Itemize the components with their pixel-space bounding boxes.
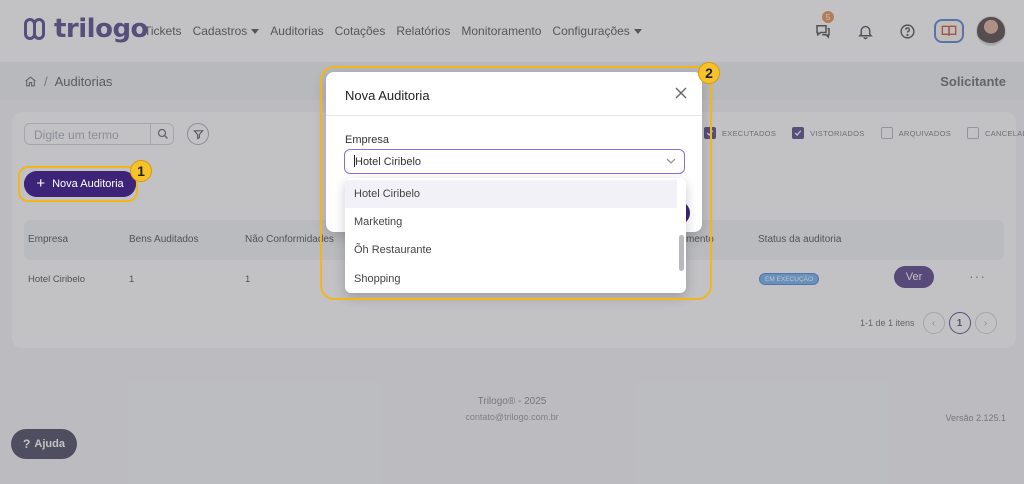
plus-icon: + (36, 174, 46, 192)
callout-number-2: 2 (698, 62, 720, 84)
callout-number-1: 1 (130, 160, 152, 182)
nova-auditoria-button-highlighted[interactable]: + Nova Auditoria (24, 171, 136, 197)
callout-highlight-2 (320, 66, 712, 300)
